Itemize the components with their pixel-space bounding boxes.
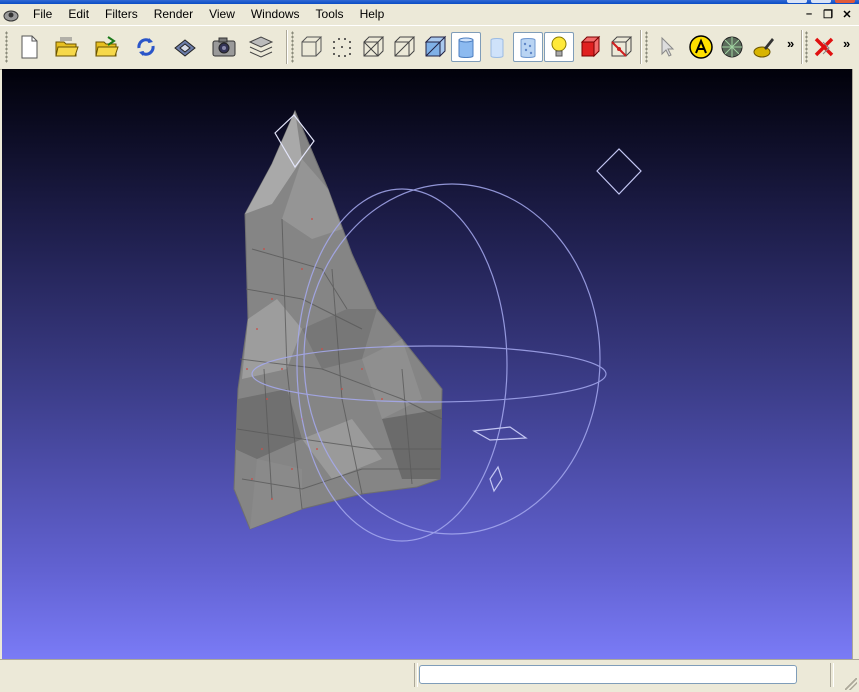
delete-selection-button[interactable]: [809, 32, 839, 62]
status-bar: [0, 659, 859, 692]
reload-icon: [137, 38, 155, 56]
app-icon[interactable]: [3, 7, 19, 23]
import-mesh-icon: [95, 36, 119, 57]
back-face-icon: [580, 35, 601, 58]
window-minimize-button[interactable]: [787, 0, 807, 3]
new-project-icon: [21, 35, 38, 59]
pointer-icon: [661, 36, 675, 57]
smooth-shading-icon: [490, 38, 504, 58]
flat-lines-button[interactable]: [420, 32, 450, 62]
paint-tool-button[interactable]: [748, 32, 778, 62]
scene-canvas: [233, 109, 642, 542]
menu-edit[interactable]: Edit: [60, 4, 97, 25]
measure-tool-icon: [721, 36, 743, 58]
menu-bar: File Edit Filters Render View Windows To…: [0, 4, 859, 25]
wireframe-icon: [363, 36, 385, 57]
snapshot-icon: [212, 37, 236, 57]
import-mesh-button[interactable]: [92, 32, 122, 62]
flat-shading-button[interactable]: [451, 32, 481, 62]
window-maximize-button[interactable]: [811, 0, 831, 3]
save-icon: [174, 39, 196, 57]
smooth-shading-button[interactable]: [482, 32, 512, 62]
new-project-button[interactable]: [14, 32, 44, 62]
window-close-button[interactable]: [835, 0, 855, 3]
menu-render[interactable]: Render: [146, 4, 201, 25]
pointer-button[interactable]: [651, 32, 681, 62]
toolbar-grip-edit[interactable]: [645, 31, 648, 63]
paint-tool-icon: [753, 38, 774, 58]
annotation-a-icon: [689, 35, 713, 59]
menu-filters[interactable]: Filters: [97, 4, 146, 25]
bounding-box-icon: [301, 36, 323, 57]
toolbar-grip[interactable]: [5, 31, 8, 63]
wireframe-button[interactable]: [358, 32, 388, 62]
mesh-model: [233, 109, 443, 530]
resize-grip[interactable]: [845, 678, 857, 690]
light-button[interactable]: [544, 32, 574, 62]
toolbar-overflow-chevron[interactable]: »: [787, 36, 794, 51]
points-icon: [333, 38, 351, 57]
mdi-restore-button[interactable]: ❐: [820, 7, 836, 21]
layers-icon: [248, 36, 274, 58]
delete-selection-icon: [814, 37, 834, 57]
3d-viewport[interactable]: [2, 69, 852, 659]
menu-view[interactable]: View: [201, 4, 243, 25]
flat-shading-icon: [458, 37, 474, 58]
mdi-minimize-button[interactable]: –: [801, 7, 817, 21]
viewport-frame-border: [852, 69, 859, 659]
selected-faces-button[interactable]: [606, 32, 636, 62]
flat-lines-icon: [424, 35, 447, 58]
selected-faces-icon: [611, 36, 633, 57]
mdi-close-button[interactable]: ✕: [839, 7, 855, 21]
annotation-button[interactable]: [686, 32, 716, 62]
main-toolbar: » »: [0, 25, 859, 70]
texture-button[interactable]: [513, 32, 543, 62]
light-bulb-icon: [551, 36, 567, 57]
open-project-button[interactable]: [52, 32, 82, 62]
hidden-lines-button[interactable]: [389, 32, 419, 62]
menu-tools[interactable]: Tools: [308, 4, 352, 25]
menu-windows[interactable]: Windows: [243, 4, 308, 25]
save-button[interactable]: [170, 32, 200, 62]
layers-button[interactable]: [246, 32, 276, 62]
reload-button[interactable]: [131, 32, 161, 62]
snapshot-button[interactable]: [209, 32, 239, 62]
bounding-box-button[interactable]: [296, 32, 326, 62]
measure-tool-button[interactable]: [717, 32, 747, 62]
back-face-button[interactable]: [575, 32, 605, 62]
texture-icon: [520, 38, 536, 58]
toolbar-grip-render[interactable]: [291, 31, 294, 63]
menu-file[interactable]: File: [25, 4, 60, 25]
open-project-icon: [55, 37, 79, 57]
hidden-lines-icon: [394, 36, 416, 57]
status-progress-field: [419, 665, 797, 684]
menu-help[interactable]: Help: [352, 4, 393, 25]
toolbar-grip-delete[interactable]: [805, 31, 808, 63]
points-button[interactable]: [327, 32, 357, 62]
toolbar-overflow-chevron-2[interactable]: »: [843, 36, 850, 51]
